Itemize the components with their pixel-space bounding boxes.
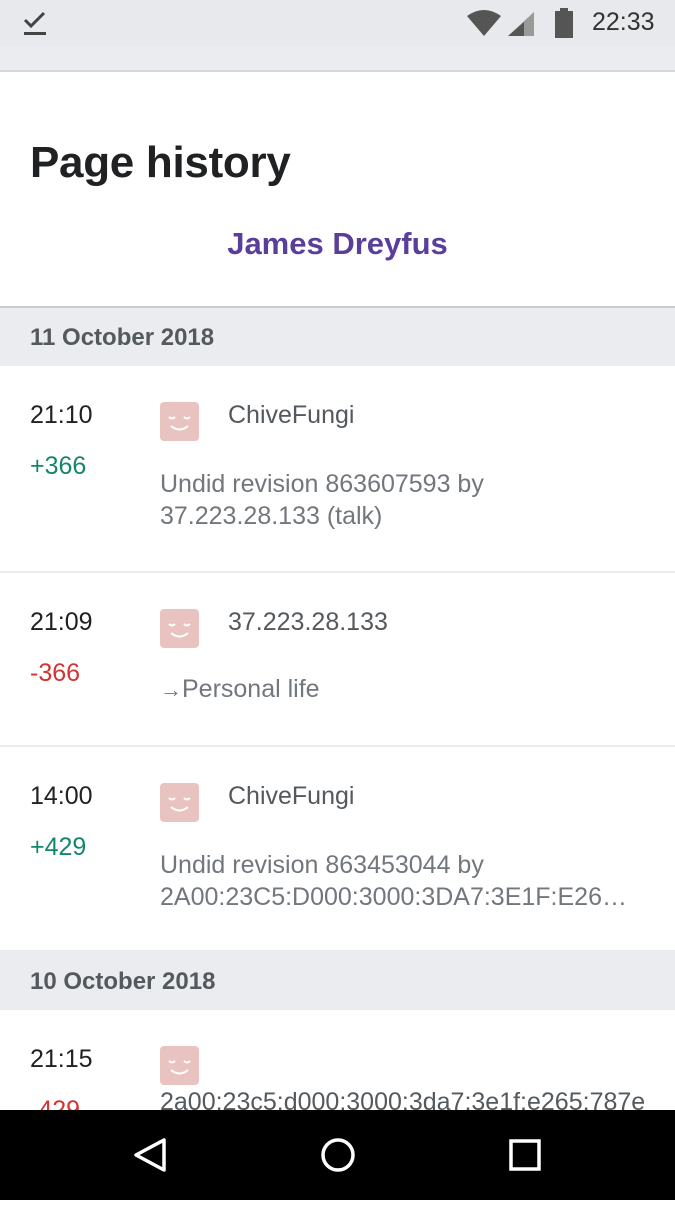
summary-line: Undid revision 863607593 by <box>160 470 484 498</box>
revision-summary: Undid revision 863453044 by 2A00:23C5:D0… <box>160 849 650 913</box>
page-title: Page history <box>30 138 291 187</box>
status-bar: 22:33 <box>0 0 675 46</box>
article-link[interactable]: James Dreyfus <box>0 226 675 262</box>
summary-line: 2A00:23C5:D000:3000:3DA7:3E1F:E26… <box>160 883 627 911</box>
revision-time: 21:10 <box>30 401 93 429</box>
revision-user[interactable]: ChiveFungi <box>228 782 354 811</box>
revision-diff: -366 <box>30 659 81 687</box>
revision-time: 21:09 <box>30 608 93 636</box>
revision-time: 14:00 <box>30 782 93 810</box>
summary-line: 37.223.28.133 (talk) <box>160 502 383 530</box>
system-nav-bar <box>0 1110 675 1200</box>
date-header-label: 10 October 2018 <box>30 968 216 995</box>
wifi-icon <box>467 10 501 36</box>
date-header-label: 11 October 2018 <box>30 324 215 351</box>
summary-line: →Personal life <box>160 673 650 706</box>
back-icon[interactable] <box>130 1135 170 1175</box>
revision-diff: +429 <box>30 833 87 861</box>
date-header: 10 October 2018 <box>0 952 675 1010</box>
revision-row[interactable]: 21:09 -366 37.223.28.133 →Personal life <box>0 573 675 747</box>
home-icon[interactable] <box>318 1135 358 1175</box>
section-arrow-icon: → <box>160 677 182 702</box>
revision-diff: +366 <box>30 452 87 480</box>
battery-icon <box>555 8 573 38</box>
signal-icon <box>508 12 534 36</box>
check-icon <box>23 11 46 35</box>
revision-summary: Undid revision 863607593 by 37.223.28.13… <box>160 468 650 532</box>
summary-line: Undid revision 863453044 by <box>160 851 484 879</box>
revision-row[interactable]: 21:10 +366 ChiveFungi Undid revision 863… <box>0 366 675 573</box>
toolbar-strip <box>0 46 675 72</box>
revision-row[interactable]: 14:00 +429 ChiveFungi Undid revision 863… <box>0 747 675 952</box>
user-avatar-icon <box>160 402 199 441</box>
user-avatar-icon <box>160 783 199 822</box>
date-header: 11 October 2018 <box>0 308 675 366</box>
user-avatar-icon <box>160 1046 199 1085</box>
status-time: 22:33 <box>592 8 655 36</box>
revision-summary: →Personal life <box>160 673 650 706</box>
revision-user[interactable]: 37.223.28.133 <box>228 608 388 637</box>
revision-user[interactable]: ChiveFungi <box>228 401 354 430</box>
user-avatar-icon <box>160 609 199 648</box>
section-link[interactable]: Personal life <box>182 675 320 703</box>
revision-time: 21:15 <box>30 1045 93 1073</box>
recents-icon[interactable] <box>505 1135 545 1175</box>
